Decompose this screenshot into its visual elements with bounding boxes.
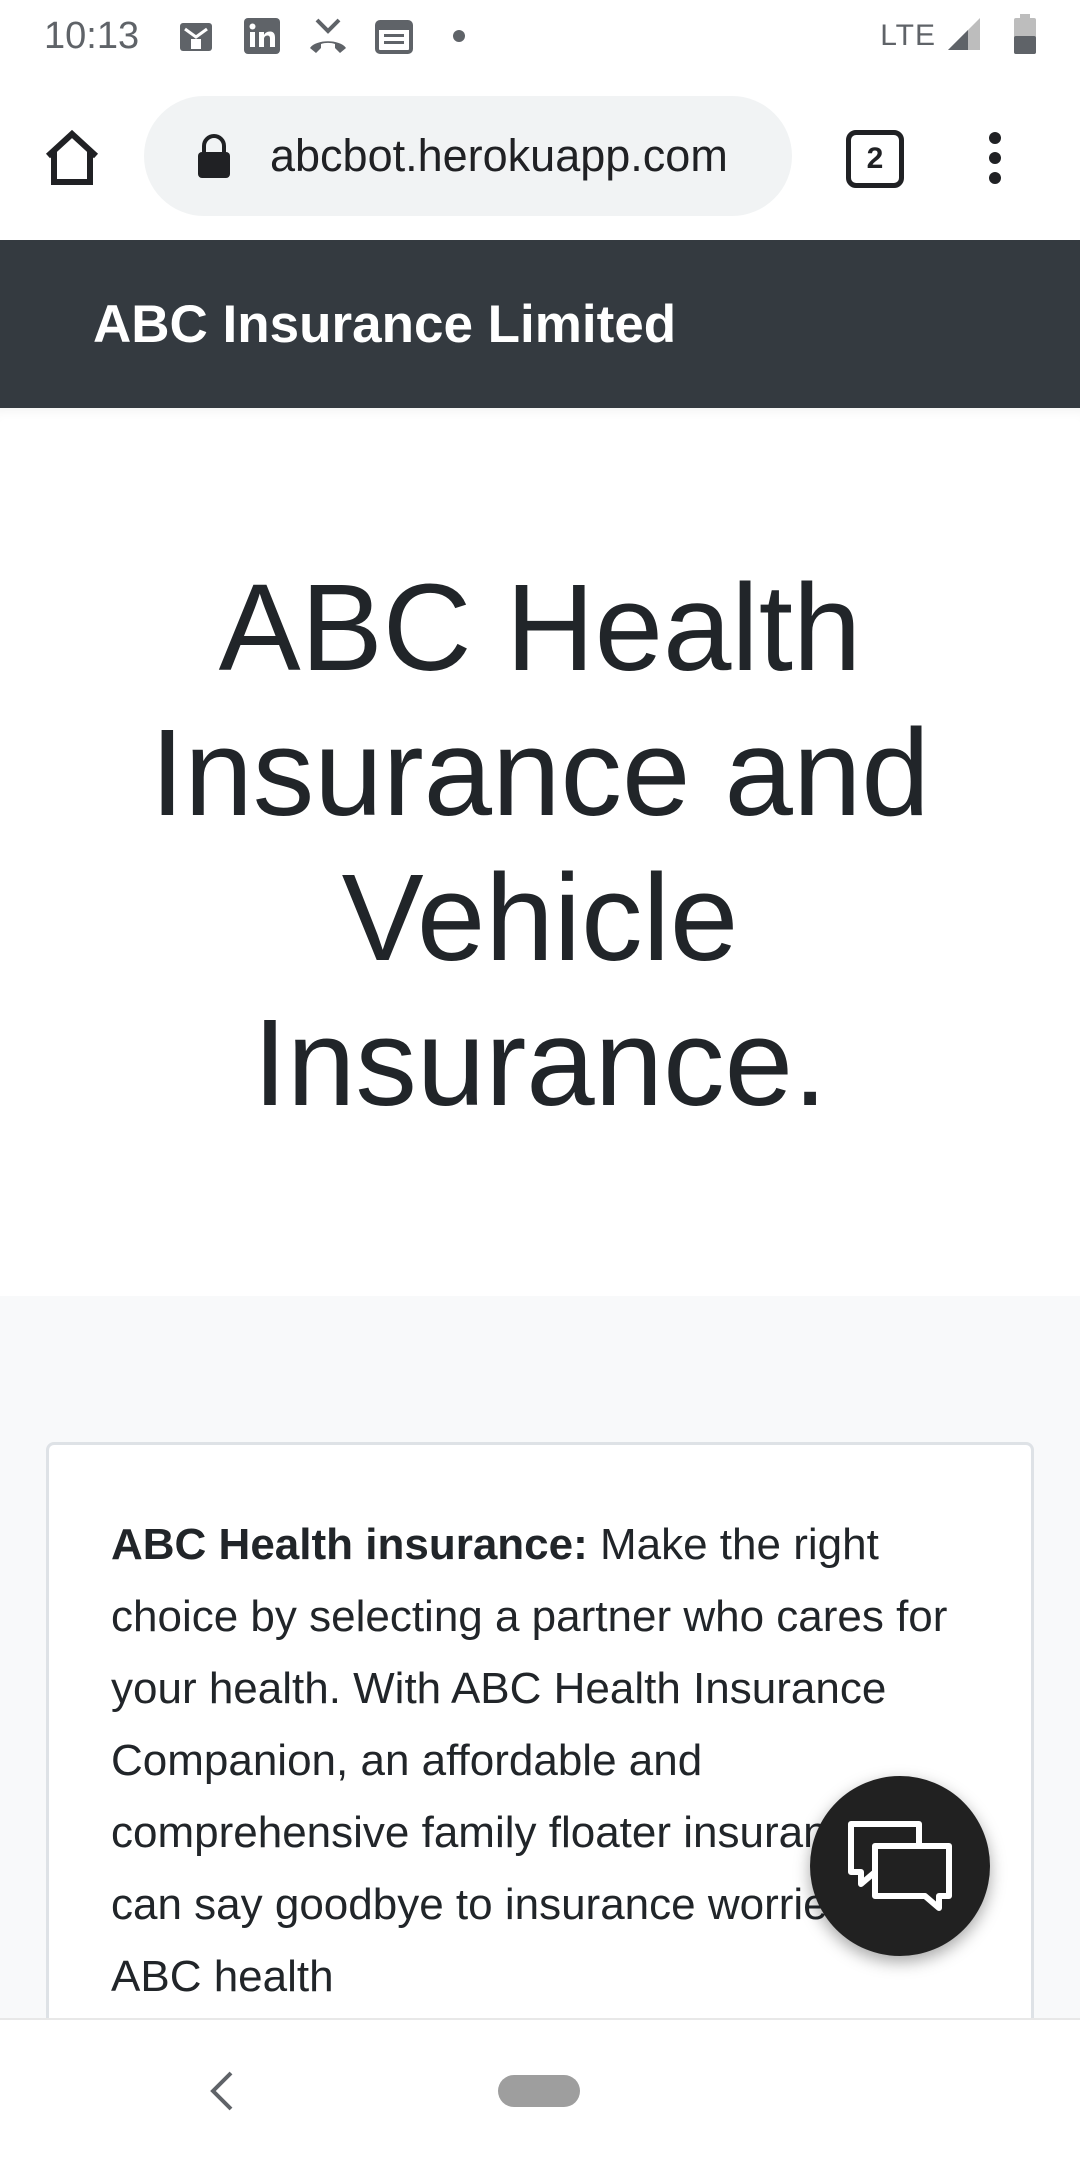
system-nav-bar (0, 2018, 1080, 2160)
network-type: LTE (880, 19, 936, 52)
overflow-menu-button[interactable] (970, 122, 1020, 194)
missed-call-icon (307, 15, 349, 57)
back-icon (210, 2071, 233, 2111)
lock-icon[interactable] (196, 134, 232, 178)
gmail-icon (175, 15, 217, 57)
info-card: ABC Health insurance: Make the right cho… (46, 1442, 1034, 2062)
back-button[interactable] (200, 2064, 244, 2118)
home-button[interactable] (36, 122, 108, 194)
site-navbar: ABC Insurance Limited (0, 240, 1080, 408)
chat-icon (848, 1821, 952, 1911)
chat-button[interactable] (810, 1776, 990, 1956)
menu-dot (989, 172, 1001, 184)
signal-icon (946, 16, 982, 57)
notification-icons (175, 15, 466, 57)
hero-title: ABC Health Insurance and Vehicle Insuran… (150, 560, 930, 1132)
card-text: ABC Health insurance: Make the right cho… (111, 1509, 971, 2013)
address-bar[interactable]: abcbot.herokuapp.com (144, 96, 792, 216)
browser-toolbar: abcbot.herokuapp.com 2 (0, 72, 1080, 240)
url-text[interactable]: abcbot.herokuapp.com (270, 130, 728, 182)
navbar-brand[interactable]: ABC Insurance Limited (93, 294, 676, 355)
tab-switcher-button[interactable]: 2 (846, 130, 904, 188)
calendar-icon (373, 15, 415, 57)
card-lead: ABC Health insurance: (111, 1520, 588, 1569)
home-icon (45, 129, 99, 185)
home-gesture-pill[interactable] (498, 2075, 580, 2107)
status-time: 10:13 (44, 14, 140, 57)
hero-section: ABC Health Insurance and Vehicle Insuran… (0, 408, 1080, 1296)
battery-icon (1014, 13, 1036, 59)
system-status: LTE (880, 13, 1036, 59)
linkedin-icon (241, 15, 283, 57)
menu-dot (989, 132, 1001, 144)
more-notifications-dot (453, 30, 466, 42)
menu-dot (989, 152, 1001, 164)
status-bar: 10:13 LTE (0, 0, 1080, 72)
